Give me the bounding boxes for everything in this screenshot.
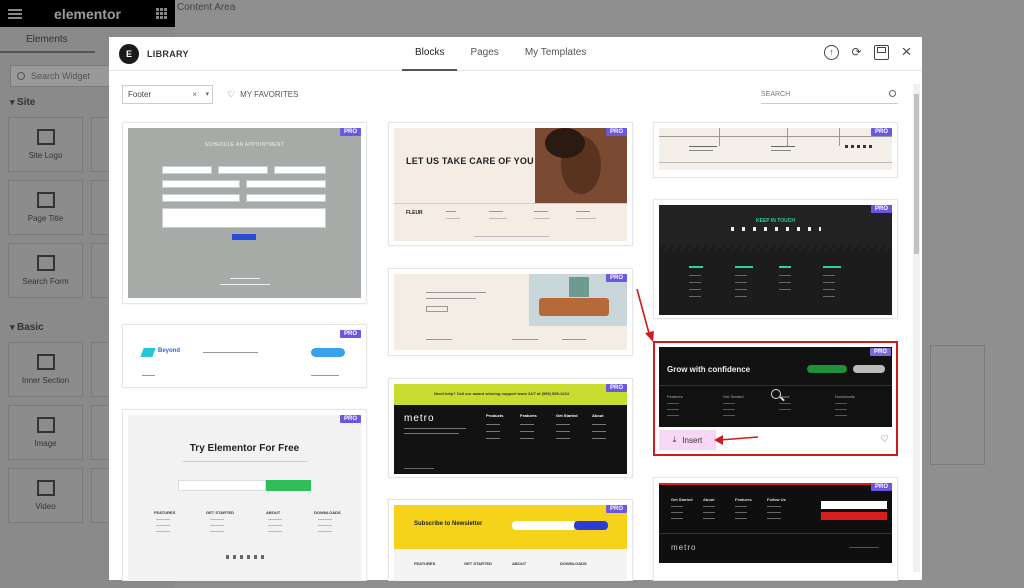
library-tabs: Blocks Pages My Templates	[402, 37, 599, 71]
download-icon: ⤓	[672, 435, 677, 444]
pro-badge: PRO	[870, 483, 892, 491]
pro-badge: PRO	[605, 128, 627, 136]
modal-scrollbar[interactable]	[913, 84, 920, 572]
widget-search-form[interactable]: Search Form	[8, 243, 83, 298]
insert-label: Insert	[682, 435, 703, 445]
library-title: LIBRARY	[147, 48, 189, 59]
template-thumbnail: SCHEDULE AN APPOINTMENT	[128, 128, 361, 298]
template-thumbnail: LET US TAKE CARE OF YOU FLEUR	[394, 128, 627, 241]
template-thumbnail: Grow with confidence Features Get Starte…	[659, 347, 892, 427]
elementor-e-icon: E	[119, 43, 139, 64]
template-brand: metro	[404, 413, 435, 424]
template-card[interactable]: PRO SCHEDULE AN APPOINTMENT	[122, 122, 367, 304]
favorites-label: MY FAVORITES	[240, 90, 299, 99]
inner-section-icon	[36, 354, 55, 370]
template-card[interactable]: PRO LET US TAKE CARE OF YOU FLEUR	[388, 122, 633, 246]
template-banner: Need help? Call our award winning suppor…	[434, 391, 569, 396]
filter-value: Footer	[128, 90, 152, 99]
hamburger-menu-icon[interactable]	[8, 9, 22, 19]
video-icon	[36, 480, 55, 496]
pro-badge: PRO	[870, 128, 892, 136]
template-heading: KEEP IN TOUCH	[756, 218, 795, 224]
widget-page-title[interactable]: Page Title	[8, 180, 83, 235]
pro-badge: PRO	[605, 274, 627, 282]
template-card[interactable]: PRO Beyond	[122, 324, 367, 388]
pro-badge: PRO	[339, 415, 361, 423]
header-actions: ↑ ⟳ ×	[824, 43, 914, 60]
widgets-grid-icon[interactable]	[156, 8, 167, 19]
close-icon[interactable]: ×	[899, 43, 914, 60]
tab-pages[interactable]: Pages	[457, 37, 511, 71]
site-logo-icon	[36, 129, 55, 145]
template-thumbnail: Get Started About Features Follow Us met…	[659, 483, 892, 563]
library-brand: E LIBRARY	[119, 43, 189, 64]
template-brand: Beyond	[158, 348, 181, 354]
template-card[interactable]: PRO Subscribe to Newsletter FEATURES GET…	[388, 499, 633, 581]
tab-my-templates[interactable]: My Templates	[512, 37, 600, 71]
category-filter-select[interactable]: Footer × ▾	[122, 85, 213, 104]
pro-badge: PRO	[339, 330, 361, 338]
highlighted-template-card[interactable]: PRO Grow with confidence Features Get St…	[653, 341, 898, 456]
favorite-heart-icon[interactable]: ♡	[880, 434, 889, 445]
pro-badge: PRO	[870, 205, 892, 213]
template-thumbnail: Need help? Call our award winning suppor…	[394, 384, 627, 474]
image-icon	[36, 417, 55, 433]
template-card[interactable]: PRO Get Started About Features Follow Us…	[653, 477, 898, 581]
annotation-arrow-left	[714, 435, 759, 445]
template-card[interactable]: PRO	[653, 122, 898, 178]
page-title-icon	[36, 192, 55, 208]
content-area-label: Content Area	[177, 2, 236, 13]
chevron-down-icon[interactable]: ▾	[205, 86, 209, 103]
template-thumbnail: Subscribe to Newsletter FEATURES GET STA…	[394, 505, 627, 581]
scroll-thumb[interactable]	[914, 94, 919, 254]
sync-icon[interactable]: ⟳	[849, 45, 864, 60]
template-thumbnail: Beyond	[128, 330, 361, 382]
search-icon	[889, 90, 896, 97]
template-card[interactable]: PRO KEEP IN TOUCH	[653, 199, 898, 319]
template-thumbnail: KEEP IN TOUCH	[659, 205, 892, 315]
pro-badge: PRO	[605, 384, 627, 392]
annotation-arrow-down	[636, 288, 654, 342]
widget-video[interactable]: Video	[8, 468, 83, 523]
widget-inner-section[interactable]: Inner Section	[8, 342, 83, 397]
pro-badge: PRO	[605, 505, 627, 513]
template-heading: Subscribe to Newsletter	[414, 521, 483, 527]
template-thumbnail	[659, 128, 892, 170]
modal-header: E LIBRARY Blocks Pages My Templates ↑ ⟳ …	[109, 37, 922, 71]
heart-icon: ♡	[227, 89, 236, 99]
pro-badge: PRO	[339, 128, 361, 136]
template-thumbnail: Try Elementor For Free FEATURES GET STAR…	[128, 415, 361, 581]
template-heading: Grow with confidence	[667, 365, 751, 374]
pro-badge: PRO	[869, 348, 891, 356]
insert-button[interactable]: ⤓ Insert	[659, 430, 716, 450]
widget-site-logo[interactable]: Site Logo	[8, 117, 83, 172]
save-icon[interactable]	[874, 45, 889, 60]
tab-elements[interactable]: Elements	[0, 31, 95, 53]
template-heading: LET US TAKE CARE OF YOU	[406, 156, 534, 166]
elementor-logo: elementor	[54, 5, 121, 22]
canvas-placeholder	[930, 345, 985, 465]
template-heading: SCHEDULE AN APPOINTMENT	[204, 142, 285, 148]
clear-icon[interactable]: ×	[192, 86, 197, 103]
library-search-input[interactable]: SEARCH	[761, 85, 898, 104]
search-placeholder: SEARCH	[761, 91, 791, 98]
tab-blocks[interactable]: Blocks	[402, 37, 458, 71]
template-card[interactable]: PRO Try Elementor For Free FEATURES GET …	[122, 409, 367, 581]
template-card[interactable]: PRO	[388, 268, 633, 356]
template-card[interactable]: PRO Need help? Call our award winning su…	[388, 378, 633, 478]
widget-image[interactable]: Image	[8, 405, 83, 460]
template-heading: Try Elementor For Free	[189, 443, 300, 454]
editor-topbar: elementor	[0, 0, 175, 27]
upload-icon[interactable]: ↑	[824, 45, 839, 60]
my-favorites-toggle[interactable]: ♡ MY FAVORITES	[227, 89, 298, 100]
template-brand: metro	[671, 543, 697, 552]
template-thumbnail	[394, 274, 627, 350]
search-form-icon	[36, 255, 55, 271]
